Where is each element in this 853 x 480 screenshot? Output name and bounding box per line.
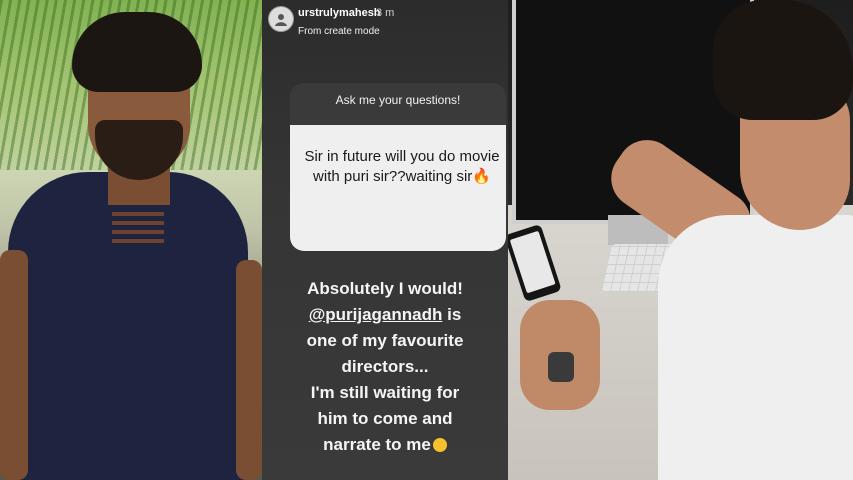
answer-line-4: directors... xyxy=(341,357,429,376)
mention-link[interactable]: @purijagannadh xyxy=(309,305,443,324)
person-left-shirt xyxy=(8,172,248,480)
smiling-face-emoji-icon xyxy=(432,438,447,452)
shirt-detail xyxy=(112,212,164,216)
answer-line-7: narrate to me xyxy=(262,432,508,458)
person-left-arm-left xyxy=(0,250,28,480)
wristwatch xyxy=(548,352,574,382)
user-avatar-icon[interactable] xyxy=(268,6,294,32)
left-photo xyxy=(0,0,262,480)
answer-line-3: one of my favourite xyxy=(306,331,464,350)
question-box: Sir in future will you do movie with pur… xyxy=(290,125,506,251)
answer-line-1: Absolutely I would! xyxy=(307,279,463,298)
right-photo xyxy=(508,0,853,480)
instagram-story-panel: urstrulymahesh 3 m From create mode Ask … xyxy=(262,0,508,480)
person-left-hair xyxy=(72,12,202,92)
question-prompt: Ask me your questions! xyxy=(335,93,461,107)
question-text: Sir in future will you do movie with pur… xyxy=(304,148,500,185)
answer-line-2-suffix: is xyxy=(447,305,462,324)
story-header: urstrulymahesh 3 m From create mode xyxy=(268,4,502,40)
question-sticker: Ask me your questions! Sir in future wil… xyxy=(290,83,506,251)
person-right-shirt xyxy=(658,215,853,480)
answer-text-block: Absolutely I would! @purijagannadh is on… xyxy=(262,276,508,458)
answer-line-6: him to come and xyxy=(317,409,453,428)
answer-line-7-text: narrate to me xyxy=(323,435,431,454)
story-mode-label: From create mode xyxy=(298,26,380,37)
answer-line-5: I'm still waiting for xyxy=(310,383,460,402)
person-left-arm-right xyxy=(236,260,262,480)
answer-line-2: @purijagannadh is xyxy=(262,302,508,328)
story-username[interactable]: urstrulymahesh xyxy=(298,7,381,19)
story-timestamp: 3 m xyxy=(376,7,395,19)
